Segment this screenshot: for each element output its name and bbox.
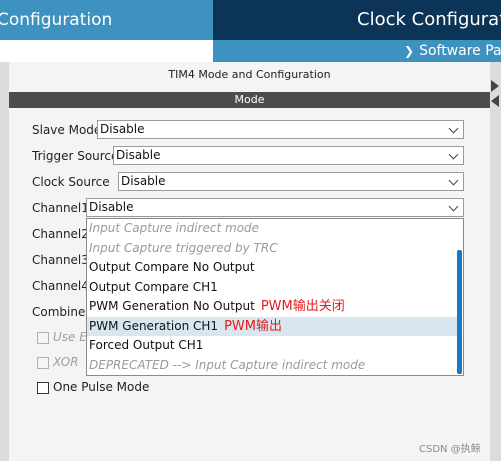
channel3-label: Channel3 <box>32 253 89 267</box>
chevron-down-icon <box>448 175 459 186</box>
option-label: PWM Generation CH1 <box>89 318 219 333</box>
splitter[interactable] <box>490 62 501 461</box>
option-label: PWM Generation No Output <box>89 299 255 313</box>
chevron-down-icon: ❯ <box>404 44 415 58</box>
panel-title: TIM4 Mode and Configuration <box>168 68 331 81</box>
subbar-left <box>0 40 213 62</box>
dropdown-option: Input Capture indirect mode <box>87 219 459 239</box>
tab-clock-configuration[interactable]: Clock Configuration <box>213 0 501 40</box>
slave-mode-value: Disable <box>100 122 145 136</box>
channel1-select[interactable]: Disable <box>86 198 464 217</box>
dropdown-option[interactable]: Forced Output CH1 <box>87 336 459 356</box>
option-label: Forced Output CH1 <box>89 338 204 352</box>
option-label: Input Capture triggered by TRC <box>89 240 278 255</box>
dropdown-option[interactable]: PWM Generation No Output PWM输出关闭 <box>87 297 459 317</box>
chevron-down-icon <box>448 201 459 212</box>
left-gutter <box>0 62 9 461</box>
channel1-label: Channel1 <box>32 201 89 215</box>
clock-source-value: Disable <box>121 174 166 188</box>
trigger-source-select[interactable]: Disable <box>113 146 464 165</box>
channel4-label: Channel4 <box>32 279 89 293</box>
use-etr-label: Use E <box>53 330 87 344</box>
trigger-source-value: Disable <box>116 148 161 162</box>
xor-label: XOR <box>53 355 79 369</box>
collapse-left-icon[interactable] <box>491 95 499 107</box>
channel1-dropdown-list[interactable]: Input Capture indirect mode Input Captur… <box>86 218 464 376</box>
option-label: Input Capture indirect mode <box>89 221 260 235</box>
one-pulse-mode-label: One Pulse Mode <box>53 380 150 394</box>
slave-mode-label: Slave Mode <box>32 123 102 137</box>
dropdown-scrollbar[interactable] <box>457 250 462 374</box>
watermark: CSDN @执鲸 <box>419 444 481 455</box>
option-label: DEPRECATED --> Input Capture indirect mo… <box>89 357 366 372</box>
dropdown-option: DEPRECATED --> Input Capture indirect mo… <box>87 356 459 376</box>
one-pulse-mode-checkbox[interactable] <box>37 382 49 394</box>
trigger-source-label: Trigger Source <box>32 149 119 163</box>
annotation-note: PWM输出关闭 <box>260 299 345 314</box>
mode-header[interactable]: Mode <box>9 92 490 108</box>
channel2-label: Channel2 <box>32 227 89 241</box>
collapse-right-icon[interactable] <box>491 80 499 92</box>
annotation-note: PWM输出 <box>224 318 282 334</box>
dropdown-option-selected[interactable]: PWM Generation CH1 PWM输出 <box>87 316 459 336</box>
use-etr-checkbox[interactable] <box>37 332 49 344</box>
combined-channels-label: Combined <box>32 305 93 319</box>
channel1-value: Disable <box>89 200 134 214</box>
clock-source-label: Clock Source <box>32 175 110 189</box>
tab-clock-configuration-label: Clock Configuration <box>357 9 501 30</box>
chevron-down-icon <box>448 123 459 134</box>
software-packs-wrap: ❯ Software Pa <box>404 40 501 62</box>
software-packs-label: Software Pa <box>419 43 501 59</box>
software-packs-menu[interactable]: ❯ Software Pa <box>213 40 501 62</box>
header-title-left[interactable]: Configuration <box>0 0 213 40</box>
header-title-left-text: Configuration <box>0 10 113 30</box>
xor-checkbox[interactable] <box>37 357 49 369</box>
dropdown-option: Input Capture triggered by TRC <box>87 239 459 259</box>
option-label: Output Compare CH1 <box>89 279 218 294</box>
slave-mode-select[interactable]: Disable <box>97 120 464 139</box>
dropdown-option[interactable]: Output Compare No Output <box>87 258 459 278</box>
clock-source-select[interactable]: Disable <box>118 172 464 191</box>
dropdown-option[interactable]: Output Compare CH1 <box>87 278 459 298</box>
option-label: Output Compare No Output <box>89 260 255 274</box>
chevron-down-icon <box>448 149 459 160</box>
